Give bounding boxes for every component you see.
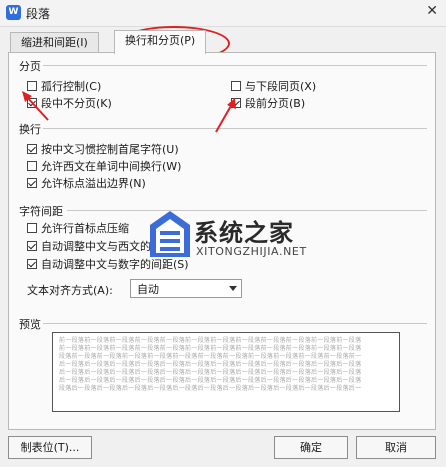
divider bbox=[43, 65, 427, 66]
chinese-line-control-checkbox[interactable]: 按中文习惯控制首尾字符(U) bbox=[27, 141, 179, 157]
preview-line: 前一段落前一段落前一段落前一段落前一段落前一段落前一段落前一段落前一段落前一段落… bbox=[59, 337, 362, 344]
house-logo-icon bbox=[150, 211, 190, 257]
select-value: 自动 bbox=[137, 283, 159, 296]
preview-heading: 预览 bbox=[19, 318, 41, 331]
preview-box: 前一段落前一段落前一段落前一段落前一段落前一段落前一段落前一段落前一段落前一段落… bbox=[52, 332, 400, 412]
watermark-brand: 系统之家 bbox=[194, 219, 294, 247]
annotation-arrow-left bbox=[22, 91, 49, 121]
watermark-site: XITONGZHIJIA.NET bbox=[196, 245, 307, 258]
ok-button[interactable]: 确定 bbox=[274, 436, 348, 459]
punctuation-overflow-checkbox[interactable]: 允许标点溢出边界(N) bbox=[27, 175, 146, 191]
checkbox-label: 与下段同页(X) bbox=[245, 80, 317, 93]
preview-line: 后一段落后一段落后一段落后一段落后一段落后一段落后一段落后一段落后一段落后一段落… bbox=[59, 377, 362, 384]
tab-stops-button[interactable]: 制表位(T)... bbox=[8, 436, 92, 459]
preview-line: 前一段落前一段落前一段落前一段落前一段落前一段落前一段落前一段落前一段落前一段落… bbox=[59, 345, 362, 352]
pagination-heading: 分页 bbox=[19, 60, 41, 73]
checkbox-box bbox=[27, 178, 37, 188]
preview-line: 段落后一段落后一段落后一段落后一段落后一段落后一段落后一段落后一段落后一段落后一… bbox=[59, 385, 362, 392]
tab-indent-spacing[interactable]: 缩进和间距(I) bbox=[10, 32, 99, 53]
checkbox-box bbox=[27, 161, 37, 171]
checkbox-label: 允许行首标点压缩 bbox=[41, 222, 129, 235]
checkbox-box bbox=[231, 81, 241, 91]
keep-with-next-checkbox[interactable]: 与下段同页(X) bbox=[231, 78, 316, 94]
checkbox-label: 按中文习惯控制首尾字符(U) bbox=[41, 143, 179, 156]
allow-word-break-checkbox[interactable]: 允许西文在单词中间换行(W) bbox=[27, 158, 181, 174]
preview-line: 后一段落后一段落后一段落后一段落后一段落后一段落后一段落后一段落后一段落后一段落… bbox=[59, 361, 362, 368]
checkbox-box bbox=[27, 259, 37, 269]
tab-line-page-break[interactable]: 换行和分页(P) bbox=[114, 30, 207, 54]
chevron-down-icon bbox=[229, 286, 237, 291]
text-align-select[interactable]: 自动 bbox=[130, 279, 242, 298]
compress-leading-punct-checkbox[interactable]: 允许行首标点压缩 bbox=[27, 220, 129, 236]
char-spacing-heading: 字符间距 bbox=[19, 205, 63, 218]
checkbox-box bbox=[27, 144, 37, 154]
checkbox-label: 允许标点溢出边界(N) bbox=[41, 177, 146, 190]
annotation-arrow-right bbox=[215, 98, 236, 133]
page-break-before-checkbox[interactable]: 段前分页(B) bbox=[231, 95, 305, 111]
text-align-label: 文本对齐方式(A): bbox=[27, 284, 113, 297]
checkbox-box bbox=[27, 241, 37, 251]
cancel-button[interactable]: 取消 bbox=[356, 436, 436, 459]
checkbox-label: 允许西文在单词中间换行(W) bbox=[41, 160, 182, 173]
window-title: 段落 bbox=[26, 7, 51, 21]
watermark: 系统之家 XITONGZHIJIA.NET bbox=[148, 207, 358, 269]
wps-app-icon: W bbox=[6, 5, 21, 20]
divider bbox=[43, 323, 427, 324]
preview-line: 段落前一段落前一段落前一段落前一段落前一段落前一段落前一段落前一段落前一段落前一… bbox=[59, 353, 362, 360]
checkbox-label: 段前分页(B) bbox=[245, 97, 306, 110]
close-icon[interactable]: ✕ bbox=[426, 3, 438, 19]
checkbox-box bbox=[27, 223, 37, 233]
preview-line: 后一段落后一段落后一段落后一段落后一段落后一段落后一段落后一段落后一段落后一段落… bbox=[59, 369, 362, 376]
title-bar: W 段落 ✕ bbox=[0, 0, 446, 27]
